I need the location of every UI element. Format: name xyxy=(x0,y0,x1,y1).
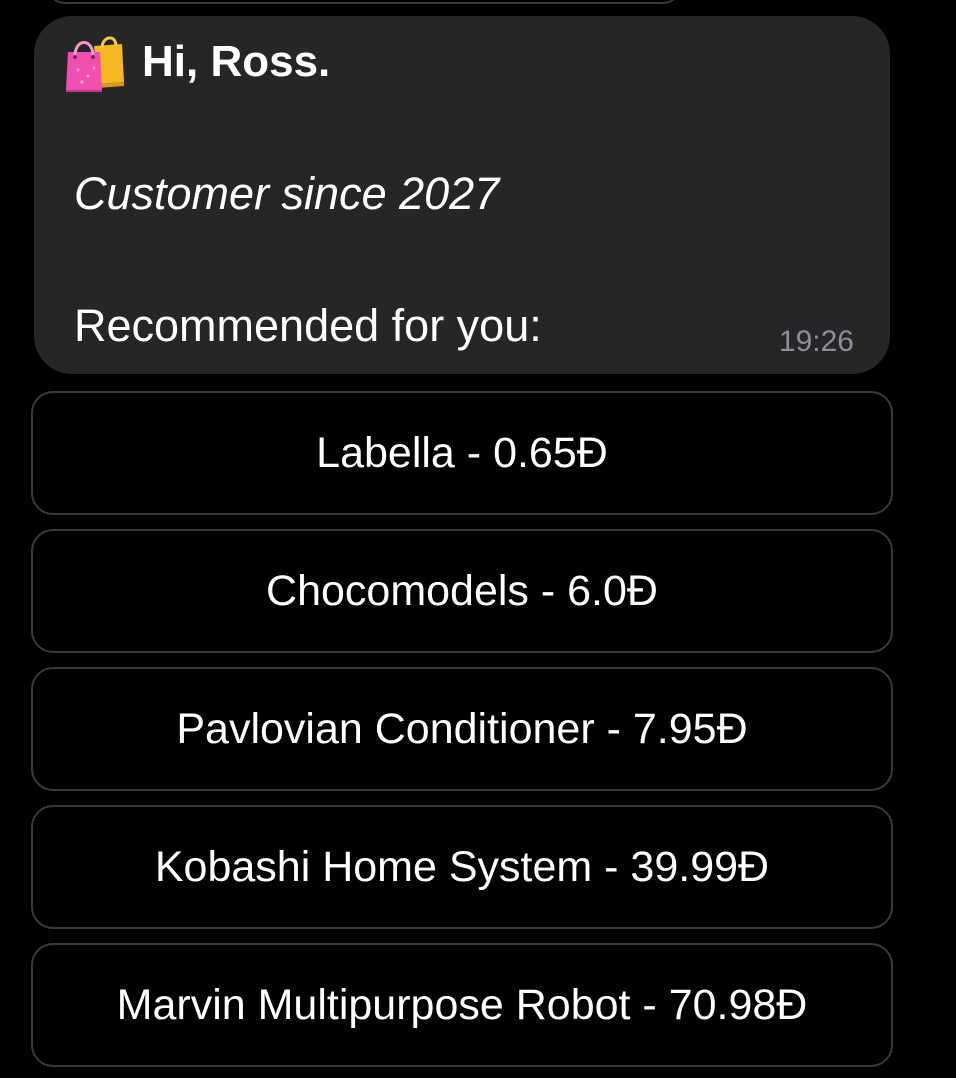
product-button-chocomodels[interactable]: Chocomodels - 6.0Đ xyxy=(31,529,893,653)
greeting-text: Hi, Ross. xyxy=(142,37,331,86)
product-button-label: Chocomodels - 6.0Đ xyxy=(266,566,658,615)
message-bubble: Hi, Ross. Customer since 2027 Recommende… xyxy=(34,16,890,374)
customer-since-text: Customer since 2027 xyxy=(74,168,500,219)
greeting-line: Hi, Ross. xyxy=(64,30,330,94)
product-button-label: Marvin Multipurpose Robot - 70.98Đ xyxy=(116,980,808,1029)
message-timestamp: 19:26 xyxy=(778,325,854,358)
product-button-pavlovian-conditioner[interactable]: Pavlovian Conditioner - 7.95Đ xyxy=(31,667,893,791)
product-button-kobashi-home-system[interactable]: Kobashi Home System - 39.99Đ xyxy=(31,805,893,929)
product-button-marvin-robot[interactable]: Marvin Multipurpose Robot - 70.98Đ xyxy=(31,943,893,1067)
product-button-label: Labella - 0.65Đ xyxy=(316,428,608,477)
product-button-label: Pavlovian Conditioner - 7.95Đ xyxy=(176,704,748,753)
product-button-label: Kobashi Home System - 39.99Đ xyxy=(154,842,770,891)
chat-screen: Hi, Ross. Customer since 2027 Recommende… xyxy=(0,0,956,1078)
product-button-labella[interactable]: Labella - 0.65Đ xyxy=(31,391,893,515)
shopping-bags-icon xyxy=(64,30,128,94)
recommended-label: Recommended for you: xyxy=(74,300,542,351)
previous-keyboard-button[interactable] xyxy=(44,0,684,4)
